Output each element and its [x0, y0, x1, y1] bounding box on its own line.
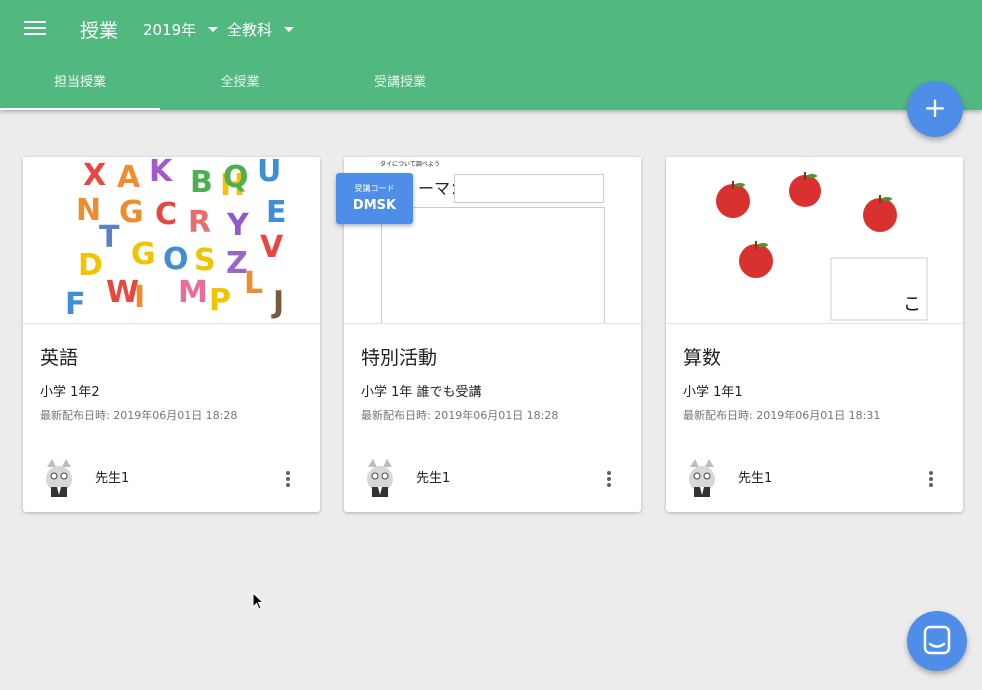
- tab-assigned[interactable]: 担当授業: [0, 58, 160, 110]
- alphabet-letter: L: [244, 266, 263, 301]
- worksheet-char: こ: [903, 294, 921, 315]
- subject-select-value: 全教科: [227, 21, 273, 39]
- alphabet-letter: K: [149, 157, 174, 189]
- card-class: 小学 1年2: [40, 385, 100, 400]
- tab-enrolled[interactable]: 受講授業: [320, 58, 480, 110]
- alphabet-letter: U: [257, 157, 281, 189]
- app-bar: 授業 2019年 全教科 担当授業 全授業 受講授業: [0, 0, 982, 110]
- card-date: 最新配布日時: 2019年06月01日 18:28: [40, 409, 238, 422]
- alphabet-letter: P: [209, 283, 231, 318]
- chat-button[interactable]: [907, 611, 967, 671]
- alphabet-letter: V: [260, 230, 284, 265]
- alphabet-letter: A: [117, 160, 141, 195]
- apple-icon: [863, 195, 897, 232]
- more-vert-icon[interactable]: [921, 471, 941, 491]
- class-card-math[interactable]: こ 算数 小学 1年1 最新配布日時: 2019年06月01日 18:31 先生…: [666, 157, 963, 512]
- alphabet-letter: Q: [223, 160, 249, 195]
- card-date: 最新配布日時: 2019年06月01日 18:28: [361, 409, 559, 422]
- page-title: 授業: [80, 20, 119, 42]
- apple-icon: [739, 241, 773, 278]
- teacher-name: 先生1: [95, 471, 130, 486]
- alphabet-letter: C: [155, 197, 177, 232]
- worksheet-box: [454, 174, 604, 203]
- add-class-button[interactable]: +: [907, 81, 963, 137]
- year-select[interactable]: 2019年: [143, 19, 219, 40]
- tab-all[interactable]: 全授業: [160, 58, 320, 110]
- teacher-avatar: [367, 459, 393, 497]
- card-title: 英語: [40, 347, 79, 369]
- more-vert-icon[interactable]: [278, 471, 298, 491]
- worksheet-caption: タイについて調べよう: [380, 161, 440, 168]
- year-caret-icon: [208, 27, 219, 32]
- math-thumbnail: こ: [666, 157, 963, 324]
- alphabet-letter: N: [76, 193, 101, 228]
- alphabet-letter: S: [194, 243, 216, 278]
- card-title: 算数: [683, 347, 722, 369]
- teacher-avatar: [689, 459, 715, 497]
- card-class: 小学 1年 誰でも受講: [361, 385, 482, 400]
- subject-select[interactable]: 全教科: [227, 19, 295, 40]
- year-select-value: 2019年: [143, 21, 197, 39]
- alphabet-letter: B: [190, 165, 213, 200]
- enrollment-code-badge[interactable]: 受講コード DMSK: [336, 173, 413, 224]
- alphabet-letter: X: [83, 158, 106, 193]
- teacher-name: 先生1: [416, 471, 451, 486]
- mouse-cursor-icon: [252, 592, 264, 610]
- apple-icon: [789, 172, 821, 207]
- teacher-name: 先生1: [738, 471, 773, 486]
- alphabet-letter: I: [134, 280, 145, 315]
- apple-icon: [716, 181, 750, 218]
- subject-caret-icon: [284, 27, 295, 32]
- alphabet-letter: G: [119, 195, 144, 230]
- alphabet-image: X A K B H UN G C R Y ET G O S Z VDWI M P LJFQ: [65, 157, 287, 322]
- teacher-avatar: [46, 459, 72, 497]
- menu-icon[interactable]: [24, 18, 46, 40]
- code-value: DMSK: [352, 198, 397, 213]
- alphabet-letter: F: [65, 287, 86, 322]
- alphabet-letter: D: [78, 248, 103, 283]
- alphabet-letter: Y: [226, 208, 250, 243]
- alphabet-letter: R: [188, 205, 211, 240]
- alphabet-letter: M: [178, 275, 208, 310]
- class-card-english[interactable]: XAKBHUNGCRYETGOSZVDWIMPLJFQ 英語 小学 1年2 最新…: [23, 157, 320, 512]
- card-class: 小学 1年1: [683, 385, 743, 400]
- card-title: 特別活動: [361, 347, 438, 369]
- more-vert-icon[interactable]: [599, 471, 619, 491]
- alphabet-letter: J: [271, 285, 284, 320]
- code-label: 受講コード: [354, 184, 395, 193]
- alphabet-letter: G: [131, 237, 156, 272]
- alphabet-letter: E: [266, 195, 287, 230]
- card-date: 最新配布日時: 2019年06月01日 18:31: [683, 409, 881, 422]
- alphabet-letter: O: [163, 242, 189, 277]
- worksheet-area: [381, 207, 605, 323]
- tab-bar: 担当授業 全授業 受講授業: [0, 58, 480, 110]
- chat-icon: [923, 625, 951, 655]
- english-thumbnail: XAKBHUNGCRYETGOSZVDWIMPLJFQ: [23, 157, 320, 324]
